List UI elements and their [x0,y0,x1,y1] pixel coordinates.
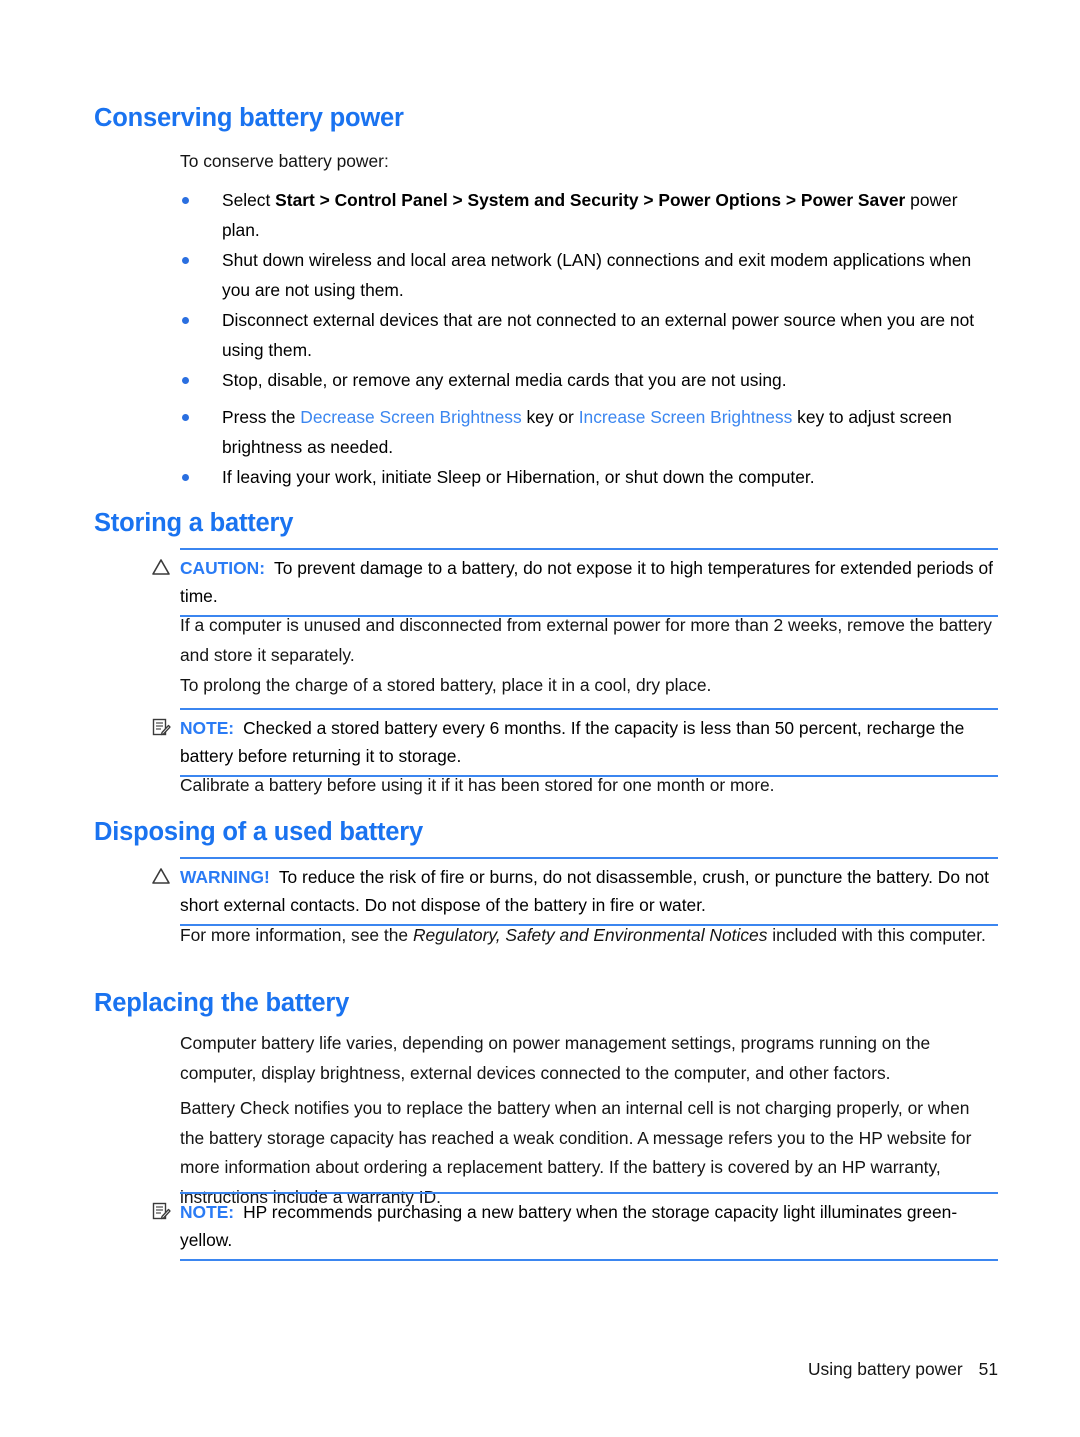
page-footer: Using battery power 51 [808,1359,998,1380]
note-body: NOTE: Checked a stored battery every 6 mo… [180,708,998,777]
body-paragraph: Calibrate a battery before using it if i… [180,775,775,795]
heading-disposing-of-a-used-battery: Disposing of a used battery [94,818,423,846]
note-box: NOTE: HP recommends purchasing a new batt… [150,1192,998,1261]
document-page: Conserving battery power To conserve bat… [0,0,1080,1437]
list-item-text: Shut down wireless and local area networ… [222,250,972,300]
heading-conserving-battery-power: Conserving battery power [94,104,404,132]
heading-replacing-the-battery: Replacing the battery [94,989,350,1017]
bullet-marker-icon [182,257,189,264]
bullet-marker-icon [182,197,189,204]
list-item: Press the Decrease Screen Brightness key… [180,403,998,462]
list-item-text: Disconnect external devices that are not… [222,310,975,360]
warning-text: To reduce the risk of fire or burns, do … [180,867,989,915]
note-box: NOTE: Checked a stored battery every 6 mo… [150,708,998,777]
list-item-text: Select Start > Control Panel > System an… [222,190,958,240]
bullet-marker-icon [182,377,189,384]
caution-text: To prevent damage to a battery, do not e… [180,558,993,606]
list-item-text: If leaving your work, initiate Sleep or … [222,467,815,487]
note-text: HP recommends purchasing a new battery w… [180,1202,958,1250]
heading-storing-a-battery: Storing a battery [94,509,294,537]
footer-chapter-title: Using battery power [808,1359,963,1379]
warning-triangle-icon [150,557,172,577]
note-text: Checked a stored battery every 6 months.… [180,718,965,766]
body-paragraph: Computer battery life varies, depending … [180,1033,931,1083]
list-item: Select Start > Control Panel > System an… [180,186,998,245]
warning-triangle-icon [150,866,172,886]
bullet-marker-icon [182,474,189,481]
body-paragraph: To prolong the charge of a stored batter… [180,675,712,695]
warning-box: WARNING! To reduce the risk of fire or bu… [150,857,998,926]
note-icon [150,1201,172,1221]
link-increase-screen-brightness[interactable]: Increase Screen Brightness [579,407,793,427]
list-item: If leaving your work, initiate Sleep or … [180,463,998,493]
footer-page-number: 51 [978,1359,998,1379]
link-decrease-screen-brightness[interactable]: Decrease Screen Brightness [300,407,521,427]
note-body: NOTE: HP recommends purchasing a new batt… [180,1192,998,1261]
list-item: Stop, disable, or remove any external me… [180,366,998,396]
bullet-marker-icon [182,414,189,421]
note-label: NOTE: [180,718,235,738]
caution-label: CAUTION: [180,558,266,578]
menu-path-bold: Start > Control Panel > System and Secur… [275,190,906,210]
body-paragraph: If a computer is unused and disconnected… [180,615,992,665]
list-item: Disconnect external devices that are not… [180,306,998,365]
note-icon [150,717,172,737]
bullet-marker-icon [182,317,189,324]
warning-label: WARNING! [180,867,270,887]
caution-body: CAUTION: To prevent damage to a battery, … [180,548,998,617]
note-label: NOTE: [180,1202,235,1222]
list-item-text: Press the Decrease Screen Brightness key… [222,407,952,457]
publication-title-italic: Regulatory, Safety and Environmental Not… [412,925,768,945]
caution-box: CAUTION: To prevent damage to a battery, … [150,548,998,617]
body-paragraph: For more information, see the Regulatory… [180,925,986,945]
intro-paragraph: To conserve battery power: [180,151,389,171]
warning-body: WARNING! To reduce the risk of fire or bu… [180,857,998,926]
list-item: Shut down wireless and local area networ… [180,246,998,305]
list-item-text: Stop, disable, or remove any external me… [222,370,787,390]
